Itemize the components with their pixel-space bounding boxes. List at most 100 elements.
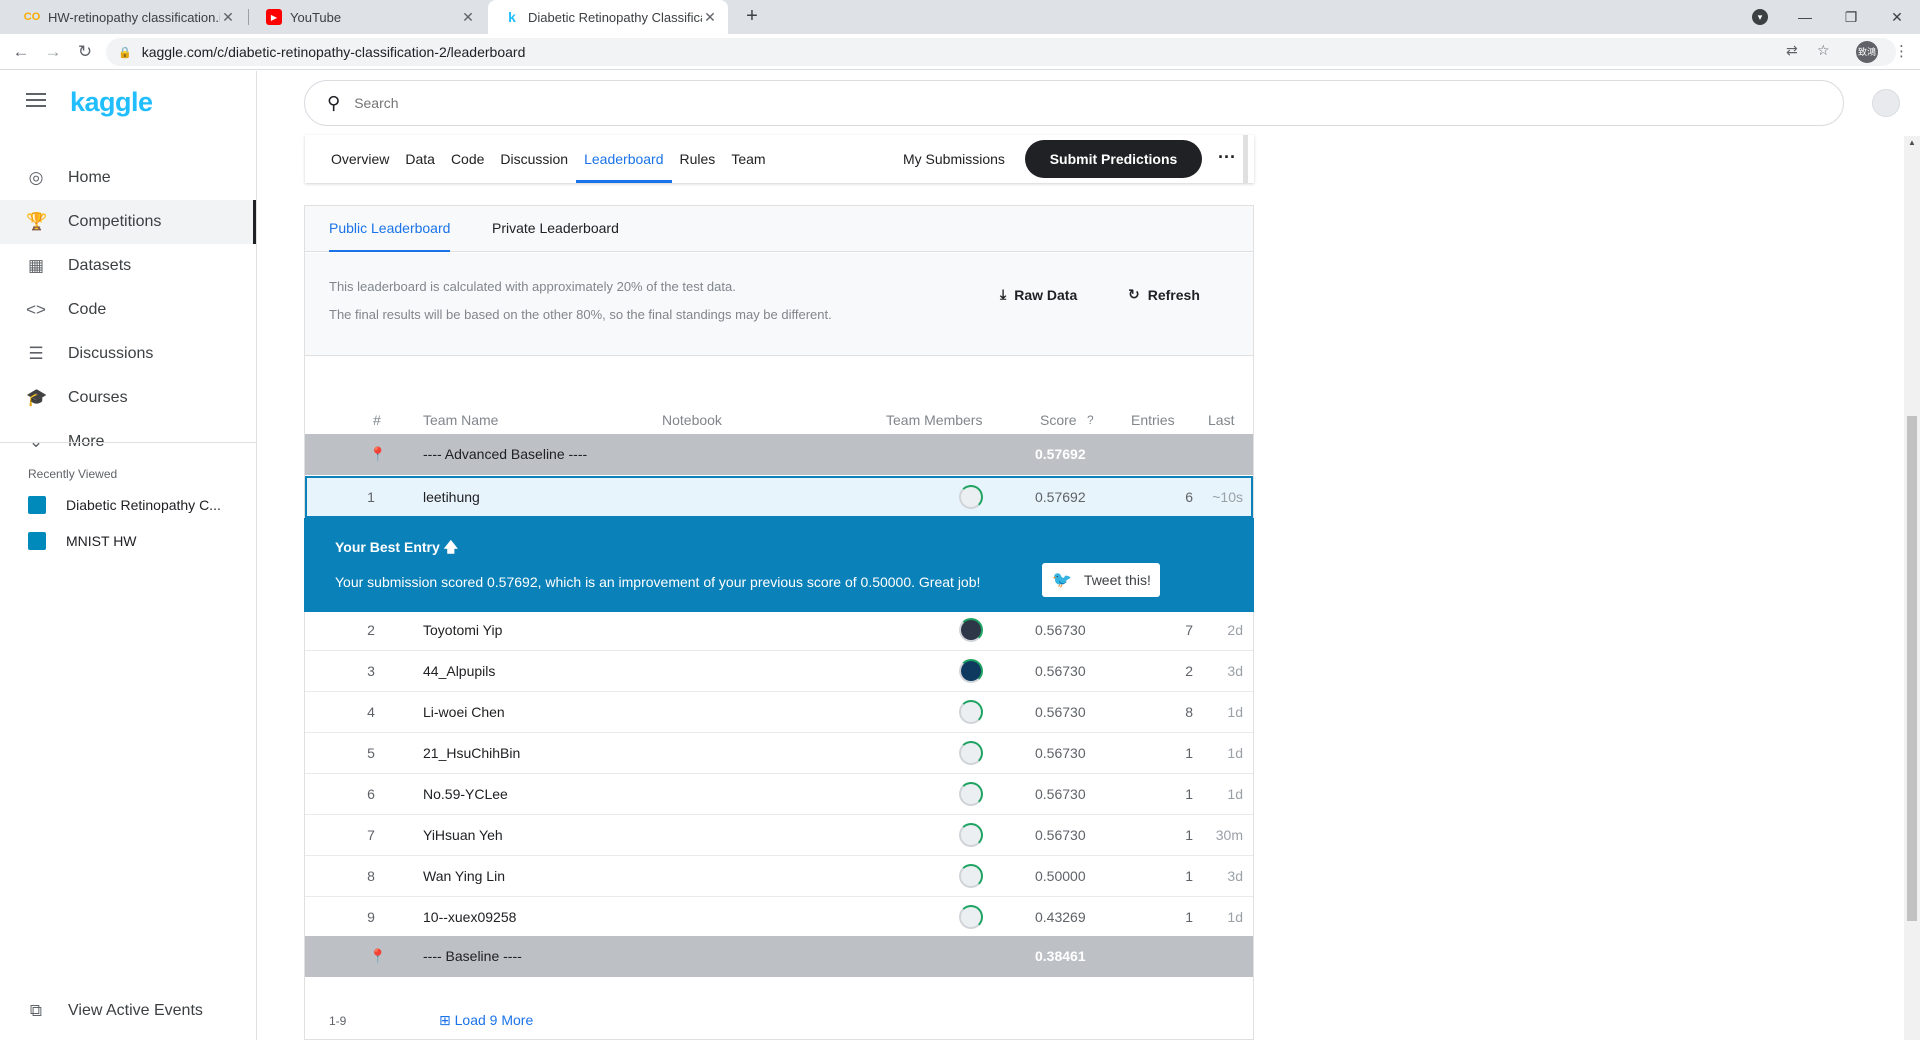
sidebar-item-label: Competitions bbox=[68, 213, 162, 230]
avatar[interactable] bbox=[959, 659, 983, 683]
tab-private-leaderboard[interactable]: Private Leaderboard bbox=[492, 220, 619, 252]
team-name[interactable]: 44_Alpupils bbox=[423, 663, 495, 679]
tab-rules[interactable]: Rules bbox=[672, 135, 724, 183]
entries: 1 bbox=[1185, 868, 1193, 884]
rank: 2 bbox=[367, 622, 375, 638]
team-name[interactable]: Li-woei Chen bbox=[423, 704, 505, 720]
team-name[interactable]: No.59-YCLee bbox=[423, 786, 508, 802]
site-search[interactable]: ⚲ bbox=[304, 80, 1844, 126]
close-tab-icon[interactable]: ✕ bbox=[460, 9, 476, 26]
tweet-this-button[interactable]: 🐦 Tweet this! bbox=[1042, 563, 1160, 597]
table-row[interactable]: 4 Li-woei Chen 0.56730 8 1d bbox=[305, 692, 1253, 733]
recent-item[interactable]: Diabetic Retinopathy C... bbox=[0, 490, 256, 520]
team-name[interactable]: YiHsuan Yeh bbox=[423, 827, 503, 843]
sidebar-item-discussions[interactable]: ☰ Discussions bbox=[0, 332, 256, 376]
team-name[interactable]: 10--xuex09258 bbox=[423, 909, 516, 925]
browser-tab-youtube[interactable]: ▶ YouTube ✕ bbox=[250, 0, 486, 34]
url-text[interactable]: kaggle.com/c/diabetic-retinopathy-classi… bbox=[142, 44, 526, 60]
table-row[interactable]: 8 Wan Ying Lin 0.50000 1 3d bbox=[305, 856, 1253, 897]
table-row[interactable]: 5 21_HsuChihBin 0.56730 1 1d bbox=[305, 733, 1253, 774]
rank: 7 bbox=[367, 827, 375, 843]
table-row[interactable]: 6 No.59-YCLee 0.56730 1 1d bbox=[305, 774, 1253, 815]
team-name[interactable]: leetihung bbox=[423, 489, 480, 505]
bookmark-star-icon[interactable]: ☆ bbox=[1817, 42, 1830, 59]
leaderboard-info: This leaderboard is calculated with appr… bbox=[305, 253, 1253, 356]
avatar[interactable] bbox=[959, 700, 983, 724]
address-bar[interactable]: 🔒 kaggle.com/c/diabetic-retinopathy-clas… bbox=[106, 38, 1896, 66]
table-row[interactable]: 2 Toyotomi Yip 0.56730 7 2d bbox=[305, 610, 1253, 651]
scrollbar-thumb[interactable] bbox=[1907, 416, 1917, 921]
code-icon: <> bbox=[26, 300, 46, 319]
tab-team[interactable]: Team bbox=[723, 135, 773, 183]
close-tab-icon[interactable]: ✕ bbox=[220, 9, 236, 26]
entries: 1 bbox=[1185, 827, 1193, 843]
team-name[interactable]: Toyotomi Yip bbox=[423, 622, 502, 638]
sidebar-item-competitions[interactable]: 🏆 Competitions bbox=[0, 200, 256, 244]
header-team-name[interactable]: Team Name bbox=[423, 412, 498, 428]
table-row[interactable]: 3 44_Alpupils 0.56730 2 3d bbox=[305, 651, 1253, 692]
sidebar-item-datasets[interactable]: ▦ Datasets bbox=[0, 244, 256, 288]
browser-toolbar: ← → ↻ 🔒 kaggle.com/c/diabetic-retinopath… bbox=[0, 34, 1920, 70]
score: 0.56730 bbox=[1035, 745, 1086, 761]
avatar[interactable] bbox=[959, 905, 983, 929]
header-score[interactable]: Score bbox=[1040, 412, 1077, 428]
hamburger-menu-icon[interactable] bbox=[26, 93, 46, 107]
view-active-events-link[interactable]: ⧉ View Active Events bbox=[0, 991, 256, 1031]
browser-tab-colab[interactable]: CO HW-retinopathy classification.i ✕ bbox=[8, 0, 246, 34]
last-submission: 1d bbox=[1227, 786, 1243, 802]
entries: 8 bbox=[1185, 704, 1193, 720]
new-tab-button[interactable]: + bbox=[738, 4, 766, 30]
refresh-button[interactable]: ↻ Refresh bbox=[1128, 286, 1200, 303]
load-more-button[interactable]: ⊞ Load 9 More bbox=[439, 1012, 533, 1029]
sidebar-item-code[interactable]: <> Code bbox=[0, 288, 256, 332]
team-name[interactable]: Wan Ying Lin bbox=[423, 868, 505, 884]
tab-code[interactable]: Code bbox=[443, 135, 492, 183]
tab-search-icon[interactable]: ▾ bbox=[1752, 9, 1768, 25]
forward-icon[interactable]: → bbox=[42, 41, 64, 63]
help-icon[interactable]: ? bbox=[1087, 413, 1094, 427]
sidebar-item-courses[interactable]: 🎓 Courses bbox=[0, 376, 256, 420]
last-submission: 1d bbox=[1227, 909, 1243, 925]
table-row-current-user[interactable]: 1 leetihung 0.57692 6 ~10s bbox=[305, 476, 1253, 518]
browser-menu-icon[interactable]: ⋮ bbox=[1894, 42, 1909, 60]
scroll-up-icon[interactable]: ▲ bbox=[1908, 138, 1916, 147]
table-row[interactable]: 7 YiHsuan Yeh 0.56730 1 30m bbox=[305, 815, 1253, 856]
team-name[interactable]: 21_HsuChihBin bbox=[423, 745, 520, 761]
tab-leaderboard[interactable]: Leaderboard bbox=[576, 135, 672, 183]
lock-icon[interactable]: 🔒 bbox=[118, 46, 132, 59]
browser-profile-avatar[interactable]: 致鴻 bbox=[1856, 41, 1878, 63]
search-input[interactable] bbox=[354, 95, 755, 111]
more-options-icon[interactable]: ··· bbox=[1215, 147, 1239, 171]
table-row[interactable]: 9 10--xuex09258 0.43269 1 1d bbox=[305, 897, 1253, 938]
tab-overview[interactable]: Overview bbox=[323, 135, 397, 183]
close-window-icon[interactable]: ✕ bbox=[1874, 9, 1920, 26]
minimize-icon[interactable]: — bbox=[1782, 9, 1828, 25]
avatar[interactable] bbox=[959, 618, 983, 642]
header-entries[interactable]: Entries bbox=[1131, 412, 1175, 428]
reload-icon[interactable]: ↻ bbox=[74, 41, 96, 63]
translate-icon[interactable]: ⇄ bbox=[1786, 42, 1798, 59]
my-submissions-link[interactable]: My Submissions bbox=[903, 135, 1005, 183]
tab-discussion[interactable]: Discussion bbox=[492, 135, 576, 183]
sidebar-item-home[interactable]: ◎ Home bbox=[0, 156, 256, 200]
recent-item[interactable]: MNIST HW bbox=[0, 526, 256, 556]
page-scrollbar[interactable]: ▲ bbox=[1904, 136, 1920, 1040]
avatar[interactable] bbox=[959, 485, 983, 509]
back-icon[interactable]: ← bbox=[10, 41, 32, 63]
avatar[interactable] bbox=[959, 782, 983, 806]
user-avatar[interactable] bbox=[1872, 89, 1900, 117]
competition-tabs: Overview Data Code Discussion Leaderboar… bbox=[305, 135, 1254, 183]
header-last[interactable]: Last bbox=[1208, 412, 1234, 428]
maximize-icon[interactable]: ❐ bbox=[1828, 9, 1874, 26]
browser-tab-kaggle[interactable]: k Diabetic Retinopathy Classifica ✕ bbox=[488, 0, 728, 34]
baseline-name: ---- Baseline ---- bbox=[423, 948, 522, 964]
kaggle-logo[interactable]: kaggle bbox=[70, 87, 153, 118]
raw-data-button[interactable]: ⤓ Raw Data bbox=[1000, 286, 1077, 303]
avatar[interactable] bbox=[959, 864, 983, 888]
avatar[interactable] bbox=[959, 741, 983, 765]
submit-predictions-button[interactable]: Submit Predictions bbox=[1025, 140, 1202, 178]
tab-data[interactable]: Data bbox=[397, 135, 443, 183]
tab-public-leaderboard[interactable]: Public Leaderboard bbox=[329, 220, 451, 252]
close-tab-icon[interactable]: ✕ bbox=[702, 9, 718, 26]
avatar[interactable] bbox=[959, 823, 983, 847]
